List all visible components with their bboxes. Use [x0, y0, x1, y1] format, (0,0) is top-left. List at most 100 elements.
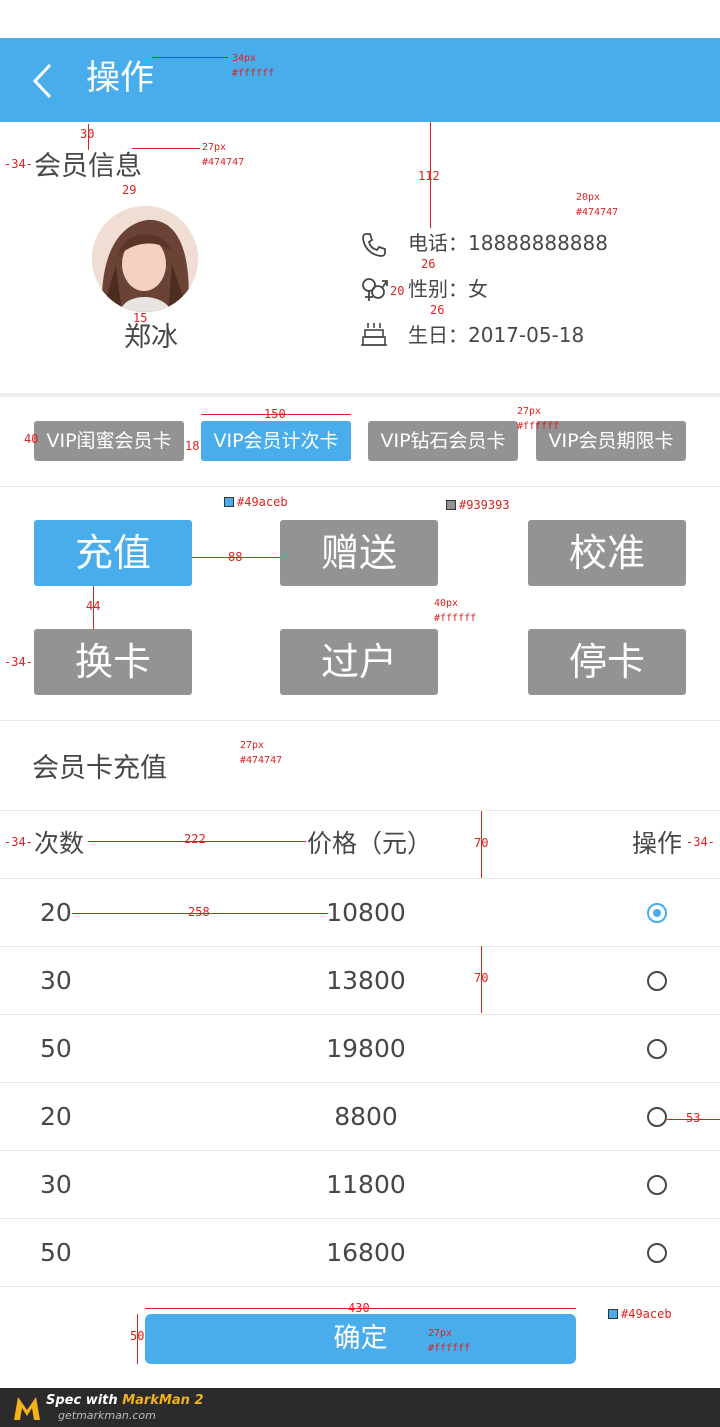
annotation-label: 50 — [130, 1329, 145, 1343]
annotation-label: -34- — [4, 157, 33, 171]
row-count: 20 — [40, 1102, 72, 1131]
annotation-label: #49aceb — [224, 496, 288, 509]
annotation-label: #474747 — [202, 157, 245, 168]
footer-prefix: Spec with — [46, 1393, 123, 1408]
annotation-label: #49aceb — [608, 1308, 672, 1321]
phone-text: 电话：18888888888 — [408, 231, 608, 255]
annotation-label: 70 — [474, 836, 489, 850]
footer-line1: Spec with MarkMan 2 — [46, 1393, 204, 1409]
annotation-label: #474747 — [240, 755, 283, 766]
color-swatch — [608, 1309, 618, 1319]
row-radio[interactable] — [647, 1175, 667, 1195]
back-arrow-icon[interactable] — [30, 62, 56, 100]
section-divider — [0, 393, 720, 397]
section-divider — [0, 486, 720, 487]
annotation-label: 88 — [228, 550, 243, 564]
annotation-label: 20px — [576, 192, 601, 203]
annotation-label: 30 — [80, 127, 95, 141]
calibrate-button[interactable]: 校准 — [528, 520, 686, 586]
annotation-label: 430 — [348, 1301, 370, 1315]
row-radio[interactable] — [647, 903, 667, 923]
annotation-label: #ffffff — [232, 68, 275, 79]
annotation-label: 26 — [421, 257, 436, 271]
change-card-button[interactable]: 换卡 — [34, 629, 192, 695]
phone-icon — [362, 233, 386, 257]
table-row[interactable]: 50 19800 — [0, 1015, 720, 1083]
annotation-line — [132, 148, 200, 149]
recharge-title: 会员卡充值 — [32, 753, 167, 784]
transfer-button[interactable]: 过户 — [280, 629, 438, 695]
annotation-label: #ffffff — [517, 421, 560, 432]
row-price: 8800 — [334, 1102, 398, 1131]
annotation-label: 34px — [232, 53, 257, 64]
annotation-label: 44 — [86, 599, 101, 613]
color-swatch — [224, 497, 234, 507]
annotation-label: 20 — [390, 284, 405, 298]
annotation-label: 70 — [474, 971, 489, 985]
avatar-photo-icon — [92, 206, 198, 312]
gift-button[interactable]: 赠送 — [280, 520, 438, 586]
tab-vip-bestie-card[interactable]: VIP闺蜜会员卡 — [34, 421, 184, 461]
tab-vip-diamond-card[interactable]: VIP钻石会员卡 — [368, 421, 518, 461]
row-radio[interactable] — [647, 971, 667, 991]
avatar — [92, 206, 198, 312]
member-name: 郑冰 — [124, 322, 178, 353]
annotation-label: 53 — [686, 1111, 701, 1125]
tab-vip-count-card[interactable]: VIP会员计次卡 — [201, 421, 351, 461]
row-price: 16800 — [326, 1238, 406, 1267]
row-count: 30 — [40, 1170, 72, 1199]
annotation-label: #474747 — [576, 207, 619, 218]
confirm-button[interactable]: 确定 — [145, 1314, 576, 1364]
row-radio[interactable] — [647, 1107, 667, 1127]
annotation-text: #49aceb — [237, 495, 288, 509]
app-header: 操作 — [0, 38, 720, 122]
footer-brand: MarkMan 2 — [122, 1393, 204, 1408]
row-count: 50 — [40, 1034, 72, 1063]
annotation-label: 112 — [418, 169, 440, 183]
gender-text: 性别：女 — [408, 277, 488, 301]
table-row[interactable]: 20 8800 — [0, 1083, 720, 1151]
row-count: 50 — [40, 1238, 72, 1267]
suspend-card-button[interactable]: 停卡 — [528, 629, 686, 695]
annotation-label: -34- — [4, 655, 33, 669]
table-row[interactable]: 30 11800 — [0, 1151, 720, 1219]
annotation-label: 27px — [202, 142, 227, 153]
table-row[interactable]: 30 13800 — [0, 947, 720, 1015]
row-radio[interactable] — [647, 1243, 667, 1263]
annotation-label: 150 — [264, 407, 286, 421]
column-count: 次数 — [34, 829, 85, 858]
annotation-label: 27px — [240, 740, 265, 751]
recharge-button[interactable]: 充值 — [34, 520, 192, 586]
table-divider — [0, 810, 720, 811]
column-action: 操作 — [632, 829, 683, 858]
annotation-label: 40px — [434, 598, 459, 609]
footer-url: getmarkman.com — [58, 1409, 156, 1422]
annotation-label: -34- — [686, 835, 715, 849]
section-divider — [0, 720, 720, 721]
annotation-label: -34- — [4, 835, 33, 849]
birthday-cake-icon — [361, 323, 387, 346]
row-price: 13800 — [326, 966, 406, 995]
row-price: 11800 — [326, 1170, 406, 1199]
annotation-label: 40 — [24, 432, 39, 446]
annotation-label: 27px — [428, 1328, 453, 1339]
annotation-label: 27px — [517, 406, 542, 417]
color-swatch — [446, 500, 456, 510]
annotation-label: #ffffff — [434, 613, 477, 624]
annotation-label: 26 — [430, 303, 445, 317]
page-title: 操作 — [86, 58, 154, 98]
markman-logo-icon — [14, 1397, 40, 1420]
row-count: 20 — [40, 898, 72, 927]
annotation-text: #939393 — [459, 498, 510, 512]
annotation-label: #ffffff — [428, 1343, 471, 1354]
annotation-label: 258 — [188, 905, 210, 919]
annotation-label: 18 — [185, 439, 200, 453]
table-row[interactable]: 50 16800 — [0, 1219, 720, 1287]
row-radio[interactable] — [647, 1039, 667, 1059]
birthday-text: 生日：2017-05-18 — [408, 323, 585, 347]
member-info-title: 会员信息 — [34, 151, 142, 182]
annotation-line — [152, 57, 228, 58]
annotation-label: 15 — [133, 311, 148, 325]
annotation-label: #939393 — [446, 499, 510, 512]
annotation-label: 29 — [122, 183, 137, 197]
